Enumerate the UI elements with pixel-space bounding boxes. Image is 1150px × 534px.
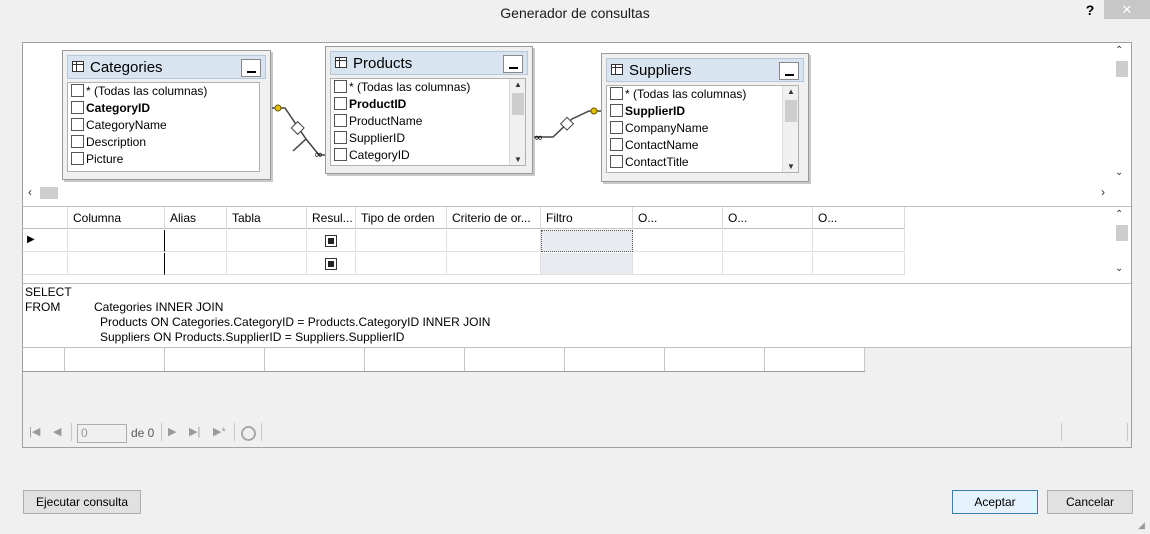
separator xyxy=(71,423,72,441)
grid-cell-column[interactable] xyxy=(68,253,165,275)
separator xyxy=(1061,423,1062,441)
grid-cell-filter-focused[interactable] xyxy=(541,230,633,252)
sql-line: Categories INNER JOIN xyxy=(94,300,224,314)
grid-cell-sort-type[interactable] xyxy=(356,230,447,252)
previous-record-icon[interactable]: ◀ xyxy=(53,425,61,438)
grid-header-filter[interactable]: Filtro xyxy=(541,207,633,229)
sql-line: Products ON Categories.CategoryID = Prod… xyxy=(100,315,491,329)
scroll-thumb[interactable] xyxy=(40,187,58,199)
grid-header-output[interactable]: Resul... xyxy=(307,207,356,229)
grid-cell-sort-order[interactable] xyxy=(447,253,541,275)
grid-cell-or[interactable] xyxy=(723,253,813,275)
svg-text:∞: ∞ xyxy=(314,148,323,161)
grid-cell-output[interactable] xyxy=(307,230,356,252)
grid-header-or-2[interactable]: O... xyxy=(723,207,813,229)
separator xyxy=(234,423,235,441)
join-products-suppliers[interactable]: ∞ xyxy=(534,107,601,144)
grid-cell-table[interactable] xyxy=(227,253,307,275)
grid-header-alias[interactable]: Alias xyxy=(165,207,227,229)
execute-query-button[interactable]: Ejecutar consulta xyxy=(23,490,141,514)
scroll-up-icon[interactable]: ⌃ xyxy=(1115,45,1123,56)
row-header-corner xyxy=(23,207,68,229)
record-count-label: de 0 xyxy=(131,426,155,440)
grid-header-table[interactable]: Tabla xyxy=(227,207,307,229)
results-row-header xyxy=(23,348,65,371)
diagram-horizontal-scrollbar[interactable]: ‹ › xyxy=(23,185,1113,201)
row-selector[interactable] xyxy=(23,253,68,275)
new-record-icon[interactable]: ▶* xyxy=(213,425,226,438)
svg-text:∞: ∞ xyxy=(534,131,543,144)
results-cell[interactable] xyxy=(765,348,865,371)
results-pane[interactable]: |◀ ◀ 0 de 0 ▶ ▶| ▶* xyxy=(23,347,1131,447)
join-categories-products[interactable]: ∞ xyxy=(272,104,325,161)
grid-cell-or[interactable] xyxy=(633,230,723,252)
output-checkbox[interactable] xyxy=(325,258,337,270)
output-checkbox[interactable] xyxy=(325,235,337,247)
separator xyxy=(1127,423,1128,441)
scroll-left-icon[interactable]: ‹ xyxy=(28,185,32,199)
stop-icon[interactable] xyxy=(241,426,256,441)
cancel-button[interactable]: Cancelar xyxy=(1047,490,1133,514)
scroll-right-icon[interactable]: › xyxy=(1101,185,1105,199)
join-lines: ∞ ∞ xyxy=(272,104,601,161)
grid-cell-or[interactable] xyxy=(813,230,905,252)
close-button[interactable]: ✕ xyxy=(1104,0,1150,19)
grid-cell-table[interactable] xyxy=(227,230,307,252)
scroll-up-icon[interactable]: ⌃ xyxy=(1115,209,1123,220)
results-cell[interactable] xyxy=(365,348,465,371)
key-icon xyxy=(590,107,598,115)
diagram-pane[interactable]: Categories * (Todas las columnas) Catego… xyxy=(23,43,1131,203)
accept-button[interactable]: Aceptar xyxy=(952,490,1038,514)
grid-cell-or[interactable] xyxy=(813,253,905,275)
grid-vertical-scrollbar[interactable]: ⌃ ⌄ xyxy=(1113,207,1131,281)
sql-line: Suppliers ON Products.SupplierID = Suppl… xyxy=(100,330,405,344)
grid-cell-or[interactable] xyxy=(723,230,813,252)
sql-keyword-from: FROM xyxy=(25,300,61,314)
results-cell[interactable] xyxy=(165,348,265,371)
grid-cell-alias[interactable] xyxy=(165,253,227,275)
grid-cell-output[interactable] xyxy=(307,253,356,275)
grid-cell-or[interactable] xyxy=(633,253,723,275)
resize-grip-icon[interactable]: ◢ xyxy=(1138,520,1145,531)
scroll-thumb[interactable] xyxy=(1116,225,1128,241)
results-cell[interactable] xyxy=(65,348,165,371)
diagram-vertical-scrollbar[interactable]: ⌃ ⌄ xyxy=(1113,43,1131,183)
results-grid[interactable] xyxy=(23,348,865,372)
scroll-down-icon[interactable]: ⌄ xyxy=(1115,167,1123,178)
results-cell[interactable] xyxy=(665,348,765,371)
separator xyxy=(161,423,162,441)
results-cell[interactable] xyxy=(565,348,665,371)
sql-keyword-select: SELECT xyxy=(25,285,72,299)
grid-header-column[interactable]: Columna xyxy=(68,207,165,229)
separator xyxy=(261,423,262,441)
results-cell[interactable] xyxy=(265,348,365,371)
next-record-icon[interactable]: ▶ xyxy=(168,425,176,438)
help-button[interactable]: ? xyxy=(1080,2,1100,18)
sql-pane[interactable]: SELECT FROM Categories INNER JOIN Produc… xyxy=(23,283,1131,345)
grid-header-or-3[interactable]: O... xyxy=(813,207,905,229)
grid-cell-sort-order[interactable] xyxy=(447,230,541,252)
criteria-grid[interactable]: Columna Alias Tabla Resul... Tipo de ord… xyxy=(23,206,1131,282)
scroll-thumb[interactable] xyxy=(1116,61,1128,77)
grid-cell-column[interactable] xyxy=(68,230,165,252)
row-selector-current[interactable]: ▶ xyxy=(23,230,68,252)
grid-header-or-1[interactable]: O... xyxy=(633,207,723,229)
grid-cell-alias[interactable] xyxy=(165,230,227,252)
record-navigator: |◀ ◀ 0 de 0 ▶ ▶| ▶* xyxy=(23,420,1131,446)
first-record-icon[interactable]: |◀ xyxy=(29,425,40,438)
current-row-icon: ▶ xyxy=(27,234,35,245)
key-icon xyxy=(274,104,282,112)
last-record-icon[interactable]: ▶| xyxy=(189,425,200,438)
window-title: Generador de consultas xyxy=(500,5,650,21)
grid-cell-sort-type[interactable] xyxy=(356,253,447,275)
results-cell[interactable] xyxy=(465,348,565,371)
grid-header-sort-order[interactable]: Criterio de or... xyxy=(447,207,541,229)
grid-header-sort-type[interactable]: Tipo de orden xyxy=(356,207,447,229)
scroll-down-icon[interactable]: ⌄ xyxy=(1115,263,1123,274)
grid-cell-filter[interactable] xyxy=(541,253,633,275)
record-number-input[interactable]: 0 xyxy=(77,424,127,443)
